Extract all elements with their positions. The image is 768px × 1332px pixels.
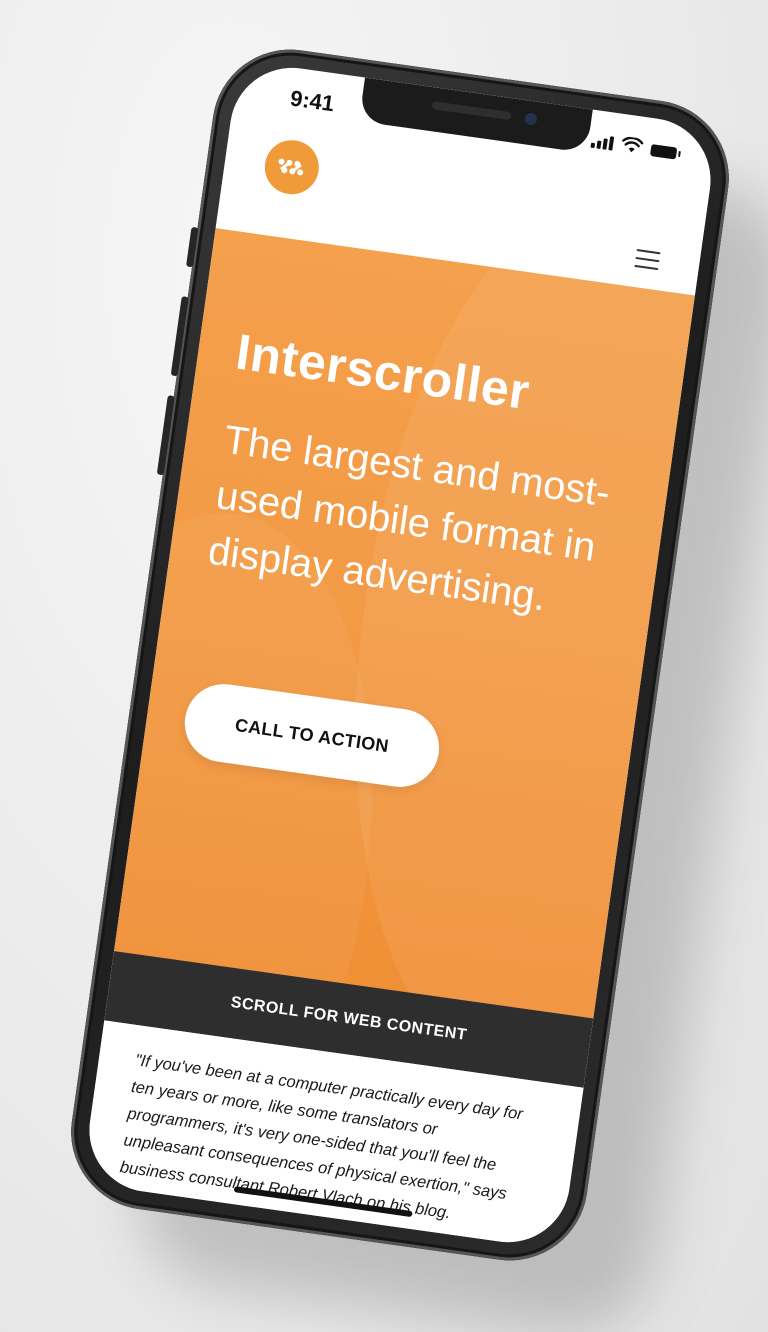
status-time: 9:41 <box>288 85 336 117</box>
background-stage: 9:41 Interscroller The largest and most-… <box>0 0 768 1332</box>
article-paragraph: "If you've been at a computer practicall… <box>118 1051 524 1223</box>
wifi-icon <box>622 136 644 153</box>
front-camera <box>524 112 538 126</box>
status-icons <box>590 132 678 160</box>
speaker-grille <box>431 101 512 121</box>
mute-switch <box>185 226 199 268</box>
hamburger-menu-icon[interactable] <box>634 249 661 271</box>
volume-up-button <box>170 296 189 377</box>
hero-section: Interscroller The largest and most-used … <box>112 208 698 1029</box>
signal-icon <box>590 134 615 151</box>
scroll-bar-label: SCROLL FOR WEB CONTENT <box>229 993 469 1044</box>
orange-circle-logo-icon[interactable] <box>261 136 323 198</box>
volume-down-button <box>156 395 175 476</box>
battery-icon <box>649 144 678 160</box>
logo-mark <box>278 158 304 176</box>
